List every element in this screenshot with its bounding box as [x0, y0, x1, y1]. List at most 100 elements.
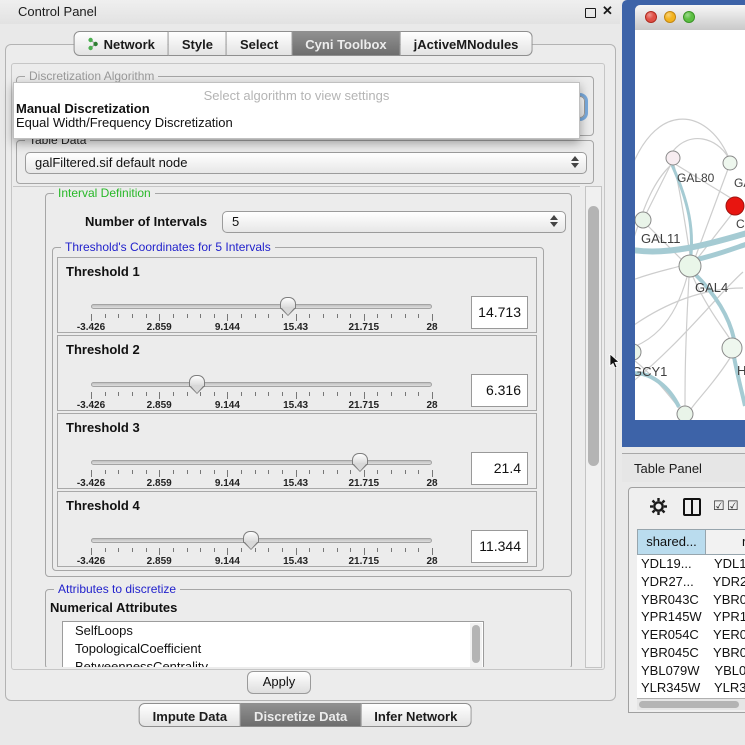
table-row[interactable]: YBR045CYBR0	[637, 644, 745, 662]
cell-name[interactable]: YBR0	[705, 591, 745, 609]
cell-name[interactable]: YBL0	[706, 662, 745, 680]
threshold-value-field[interactable]: 21.4	[471, 452, 528, 485]
network-node-hap2[interactable]	[677, 406, 693, 420]
network-view[interactable]: GAL80GACGAL11GAL4GCY1HHAP2	[635, 30, 745, 420]
slider-tick	[377, 470, 378, 474]
float-window-icon[interactable]	[585, 8, 596, 18]
cell-shared-name[interactable]: YPR145W	[637, 608, 705, 626]
cell-name[interactable]: YDR2	[705, 573, 745, 591]
scrollbar-thumb[interactable]	[639, 701, 739, 708]
network-node-ga[interactable]	[723, 156, 737, 170]
zoom-light[interactable]	[683, 11, 695, 23]
slider-tick-label: 28	[406, 322, 458, 333]
cell-name[interactable]: YLR3	[706, 679, 745, 697]
network-node-gal4[interactable]	[679, 255, 701, 277]
tab-label: Discretize Data	[254, 709, 347, 724]
slider-tick	[296, 470, 297, 477]
split-columns-icon[interactable]	[683, 498, 701, 516]
slider-tick	[432, 548, 433, 555]
attribute-item[interactable]: SelfLoops	[63, 622, 483, 640]
slider-tick	[214, 392, 215, 396]
close-light[interactable]	[645, 11, 657, 23]
attributes-list-scrollbar[interactable]	[470, 623, 482, 667]
scrollbar-thumb[interactable]	[588, 206, 599, 466]
gear-icon[interactable]	[649, 497, 668, 516]
close-icon[interactable]: ✕	[602, 3, 613, 19]
table-row[interactable]: YBL079WYBL0	[637, 662, 745, 680]
tab-discretize-data[interactable]: Discretize Data	[241, 703, 361, 727]
tab-network[interactable]: Network	[74, 31, 169, 56]
slider-tick	[200, 470, 201, 474]
network-node-h[interactable]	[722, 338, 742, 358]
minimize-light[interactable]	[664, 11, 676, 23]
tab-label: Infer Network	[374, 709, 457, 724]
number-of-intervals-combobox[interactable]: 5	[222, 211, 566, 233]
network-node-gal11[interactable]	[635, 212, 651, 228]
cell-name[interactable]: YBR0	[705, 644, 745, 662]
checkbox-icon[interactable]: ☑	[713, 498, 725, 514]
slider-tick	[337, 548, 338, 552]
slider-tick	[282, 548, 283, 552]
cell-shared-name[interactable]: YDL19...	[637, 555, 706, 573]
tab-impute-data[interactable]: Impute Data	[139, 703, 241, 727]
network-window-titlebar[interactable]	[635, 5, 745, 31]
attribute-item[interactable]: BetweennessCentrality	[63, 658, 483, 667]
network-node-label: GAL4	[695, 280, 728, 295]
cell-shared-name[interactable]: YBL079W	[637, 662, 706, 680]
cell-name[interactable]: YPR1	[705, 608, 745, 626]
tab-style[interactable]: Style	[169, 31, 227, 56]
attribute-item[interactable]: TopologicalCoefficient	[63, 640, 483, 658]
network-node-gcy1[interactable]	[635, 344, 641, 360]
slider-tick	[432, 314, 433, 321]
apply-button[interactable]: Apply	[247, 671, 311, 694]
table-data-combobox[interactable]: galFiltered.sif default node	[25, 152, 587, 174]
column-header-name[interactable]: na	[706, 529, 745, 555]
threshold-value-field[interactable]: 11.344	[471, 530, 528, 563]
threshold-value-field[interactable]: 14.713	[471, 296, 528, 329]
slider-track[interactable]	[91, 460, 432, 465]
cell-shared-name[interactable]: YER054C	[637, 626, 705, 644]
slider-handle[interactable]	[352, 453, 368, 472]
cell-name[interactable]: YER0	[705, 626, 745, 644]
scrollbar-thumb[interactable]	[472, 625, 480, 663]
network-node-gal80[interactable]	[666, 151, 680, 165]
tab-jactivemnodules[interactable]: jActiveMNodules	[401, 31, 533, 56]
slider-track[interactable]	[91, 538, 432, 543]
tab-label: Impute Data	[153, 709, 227, 724]
cell-shared-name[interactable]: YLR345W	[637, 679, 706, 697]
slider-tick	[227, 470, 228, 477]
threshold-value-field[interactable]: 6.316	[471, 374, 528, 407]
slider-handle[interactable]	[243, 531, 259, 550]
table-horizontal-scrollbar[interactable]	[637, 698, 745, 710]
slider-tick	[146, 392, 147, 396]
column-header-shared-name[interactable]: shared...	[637, 529, 706, 555]
table-row[interactable]: YDL19...YDL1	[637, 555, 745, 573]
cell-name[interactable]: YDL1	[706, 555, 745, 573]
slider-tick-label: 9.144	[201, 400, 253, 411]
cell-shared-name[interactable]: YBR045C	[637, 644, 705, 662]
table-row[interactable]: YBR043CYBR0	[637, 591, 745, 609]
form-vertical-scrollbar[interactable]	[585, 186, 602, 668]
table-row[interactable]: YER054CYER0	[637, 626, 745, 644]
slider-tick	[146, 314, 147, 318]
tab-cyni-toolbox[interactable]: Cyni Toolbox	[292, 31, 400, 56]
numerical-attributes-list[interactable]: SelfLoopsTopologicalCoefficientBetweenne…	[62, 621, 484, 667]
tab-select[interactable]: Select	[227, 31, 292, 56]
table-row[interactable]: YPR145WYPR1	[637, 608, 745, 626]
algorithm-option-equal-width-frequency-discretization[interactable]: Equal Width/Frequency Discretization	[16, 116, 233, 130]
tab-infer-network[interactable]: Infer Network	[361, 703, 471, 727]
network-window-frame[interactable]: GAL80GACGAL11GAL4GCY1HHAP2	[622, 0, 745, 447]
cell-shared-name[interactable]: YDR27...	[637, 573, 705, 591]
checkbox-icon[interactable]: ☑	[727, 498, 739, 514]
network-node-c[interactable]	[726, 197, 744, 215]
cell-shared-name[interactable]: YBR043C	[637, 591, 705, 609]
slider-handle[interactable]	[280, 297, 296, 316]
slider-tick	[159, 548, 160, 555]
slider-handle[interactable]	[189, 375, 205, 394]
slider-track[interactable]	[91, 304, 432, 309]
table-row[interactable]: YDR27...YDR2	[637, 573, 745, 591]
table-row[interactable]: YLR345WYLR3	[637, 679, 745, 697]
slider-tick	[309, 392, 310, 396]
slider-track[interactable]	[91, 382, 432, 387]
algorithm-option-manual-discretization[interactable]: Manual Discretization	[16, 102, 150, 116]
